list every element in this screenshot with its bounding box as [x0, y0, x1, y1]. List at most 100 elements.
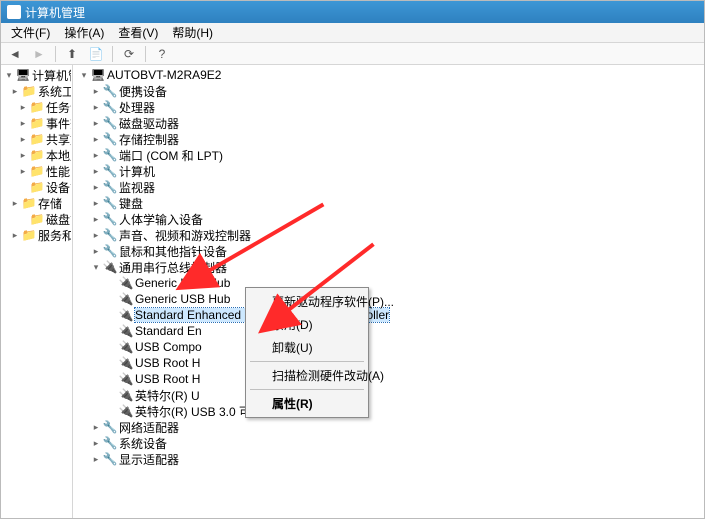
storage-ctrl-icon: 🔧	[103, 132, 117, 146]
expand-icon[interactable]: ▸	[18, 166, 28, 176]
left-tree-label: 服务和应用程	[38, 227, 71, 244]
expand-icon[interactable]: ▸	[91, 182, 101, 192]
menu-help[interactable]: 帮助(H)	[166, 22, 219, 43]
expand-icon[interactable]: ▸	[18, 150, 28, 160]
device-category-usb[interactable]: ▾ 🔌 通用串行总线控制器	[77, 259, 700, 275]
folder-icon: 📁	[30, 132, 44, 146]
expand-icon[interactable]: ▾	[4, 70, 14, 80]
device-category[interactable]: ▸🔧计算机	[77, 163, 700, 179]
expand-icon[interactable]: ▸	[91, 230, 101, 240]
forward-button[interactable]: ►	[29, 45, 49, 63]
mouse-icon: 🔧	[103, 244, 117, 258]
left-tree-item[interactable]: ▸📁事件查看器	[2, 115, 71, 131]
refresh-button[interactable]: ⟳	[119, 45, 139, 63]
expand-icon[interactable]: ▸	[91, 454, 101, 464]
usb-device-item[interactable]: ▸🔌Generic USB Hub	[77, 275, 700, 291]
expand-icon[interactable]: ▸	[18, 118, 28, 128]
folder-icon: 📁	[22, 228, 36, 242]
ctx-update-driver[interactable]: 更新驱动程序软件(P)...	[248, 290, 366, 313]
left-tree-item[interactable]: ▸📁任务计划程	[2, 99, 71, 115]
toolbar-separator	[112, 46, 113, 62]
device-category[interactable]: ▸🔧网络适配器	[77, 419, 700, 435]
usb-device-item[interactable]: ▸🔌Standard Enoller	[77, 323, 700, 339]
expand-icon[interactable]: ▸	[10, 230, 20, 240]
menu-view[interactable]: 查看(V)	[112, 22, 164, 43]
help-button[interactable]: ?	[152, 45, 172, 63]
back-button[interactable]: ◄	[5, 45, 25, 63]
cpu-icon: 🔧	[103, 100, 117, 114]
expand-icon[interactable]: ▸	[91, 214, 101, 224]
expand-icon[interactable]: ▸	[18, 134, 28, 144]
left-tree-item[interactable]: ▸📁系统工具	[2, 83, 71, 99]
usb-device-item[interactable]: ▸🔌USB Compo	[77, 339, 700, 355]
expand-icon[interactable]: ▾	[79, 70, 89, 80]
toolbar: ◄ ► ⬆ 📄 ⟳ ?	[1, 43, 704, 65]
left-tree-item[interactable]: ▸📁设备管理器	[2, 179, 71, 195]
device-category[interactable]: ▸🔧键盘	[77, 195, 700, 211]
device-category[interactable]: ▸🔧磁盘驱动器	[77, 115, 700, 131]
usb-device-label: Generic USB Hub	[135, 276, 230, 290]
ctx-scan-hardware[interactable]: 扫描检测硬件改动(A)	[248, 364, 366, 387]
expand-icon[interactable]: ▸	[18, 102, 28, 112]
expand-icon[interactable]: ▸	[91, 118, 101, 128]
left-tree-item[interactable]: ▸📁共享文件夹	[2, 131, 71, 147]
folder-icon: 📁	[30, 100, 44, 114]
expand-icon[interactable]: ▸	[91, 422, 101, 432]
usb-icon: 🔌	[103, 260, 117, 274]
usb-device-icon: 🔌	[119, 404, 133, 418]
usb-device-item[interactable]: ▸🔌USB Root H	[77, 355, 700, 371]
usb-device-icon: 🔌	[119, 292, 133, 306]
device-category[interactable]: ▸🔧显示适配器	[77, 451, 700, 467]
left-tree-label: 共享文件夹	[46, 131, 71, 148]
expand-icon[interactable]: ▸	[91, 102, 101, 112]
expand-icon[interactable]: ▸	[91, 166, 101, 176]
mmc-icon: 🖥	[16, 68, 30, 82]
device-category-label: 处理器	[119, 99, 155, 116]
device-category[interactable]: ▸🔧系统设备	[77, 435, 700, 451]
left-tree-root[interactable]: ▾ 🖥 计算机管理(本机	[2, 67, 71, 83]
menubar: 文件(F) 操作(A) 查看(V) 帮助(H)	[1, 23, 704, 43]
left-tree-item[interactable]: ▸📁存储	[2, 195, 71, 211]
expand-icon[interactable]: ▸	[91, 86, 101, 96]
device-tree-root[interactable]: ▾ 🖥 AUTOBVT-M2RA9E2	[77, 67, 700, 83]
expand-icon[interactable]: ▸	[10, 86, 20, 96]
ctx-uninstall[interactable]: 卸载(U)	[248, 336, 366, 359]
usb-device-item[interactable]: ▸🔌英特尔(R) USB 3.0 可扩展主机控制器	[77, 403, 700, 419]
device-category[interactable]: ▸🔧存储控制器	[77, 131, 700, 147]
device-category-label: 磁盘驱动器	[119, 115, 179, 132]
properties-button[interactable]: 📄	[86, 45, 106, 63]
left-nav-pane: ▾ 🖥 计算机管理(本机 ▸📁系统工具▸📁任务计划程▸📁事件查看器▸📁共享文件夹…	[1, 65, 73, 518]
device-category[interactable]: ▸🔧监视器	[77, 179, 700, 195]
expand-icon[interactable]: ▸	[91, 134, 101, 144]
toolbar-separator	[55, 46, 56, 62]
usb-device-icon: 🔌	[119, 340, 133, 354]
left-tree-item[interactable]: ▸📁服务和应用程	[2, 227, 71, 243]
left-tree-item[interactable]: ▸📁性能	[2, 163, 71, 179]
left-tree-item[interactable]: ▸📁磁盘管理	[2, 211, 71, 227]
left-tree-item[interactable]: ▸📁本地用户和	[2, 147, 71, 163]
expand-icon[interactable]: ▸	[91, 246, 101, 256]
expand-icon[interactable]: ▸	[91, 438, 101, 448]
device-category[interactable]: ▸🔧鼠标和其他指针设备	[77, 243, 700, 259]
usb-device-item[interactable]: ▸🔌英特尔(R) U	[77, 387, 700, 403]
menu-action[interactable]: 操作(A)	[58, 22, 110, 43]
ctx-disable[interactable]: 禁用(D)	[248, 313, 366, 336]
device-category[interactable]: ▸🔧人体学输入设备	[77, 211, 700, 227]
usb-device-icon: 🔌	[119, 308, 133, 322]
expand-icon[interactable]: ▸	[91, 198, 101, 208]
expand-icon[interactable]: ▸	[91, 150, 101, 160]
device-category[interactable]: ▸🔧处理器	[77, 99, 700, 115]
device-category[interactable]: ▸🔧端口 (COM 和 LPT)	[77, 147, 700, 163]
folder-icon: 📁	[30, 212, 44, 226]
usb-device-label: USB Root H	[135, 356, 200, 370]
folder-icon: 📁	[22, 196, 36, 210]
menu-file[interactable]: 文件(F)	[5, 22, 56, 43]
usb-device-item[interactable]: ▸🔌USB Root H	[77, 371, 700, 387]
ctx-properties[interactable]: 属性(R)	[248, 392, 366, 415]
expand-icon[interactable]: ▸	[10, 198, 20, 208]
up-button[interactable]: ⬆	[62, 45, 82, 63]
expand-icon[interactable]: ▾	[91, 262, 101, 272]
device-category[interactable]: ▸🔧声音、视频和游戏控制器	[77, 227, 700, 243]
sound-icon: 🔧	[103, 228, 117, 242]
device-category[interactable]: ▸🔧便携设备	[77, 83, 700, 99]
